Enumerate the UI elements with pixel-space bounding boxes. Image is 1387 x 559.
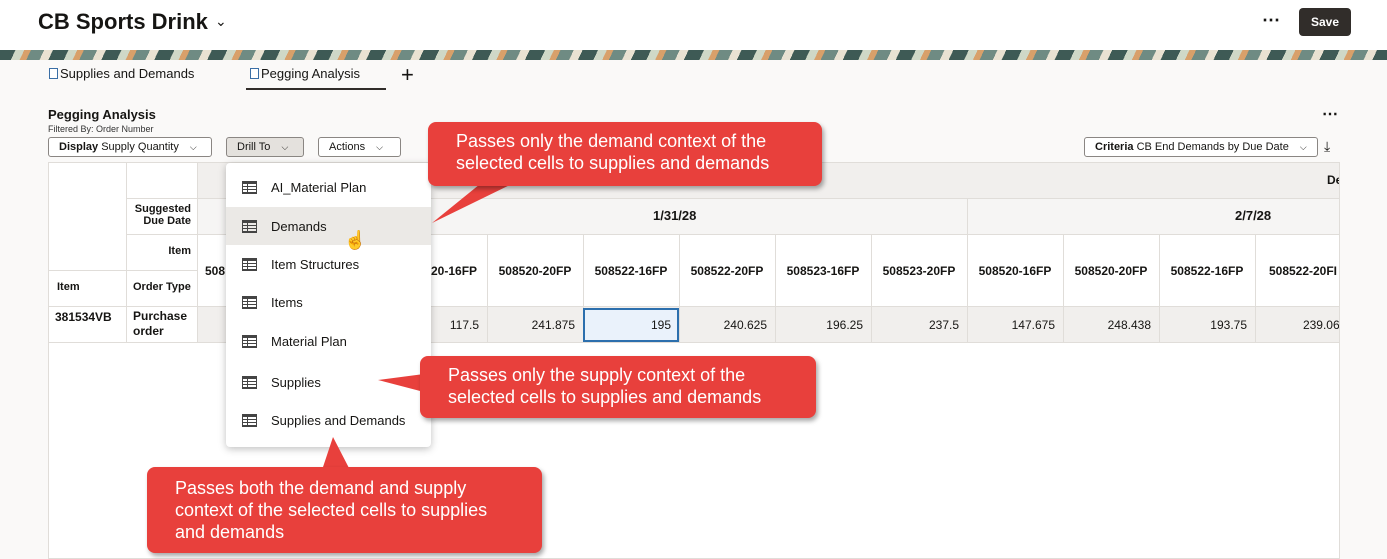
callout-demand: Passes only the demand context of the se… xyxy=(428,122,822,186)
callout-both: Passes both the demand and supply contex… xyxy=(147,467,542,553)
callout-tail-demand xyxy=(432,180,520,223)
callout-tail-supply xyxy=(378,374,424,392)
callout-supply: Passes only the supply context of the se… xyxy=(420,356,816,418)
callout-tail-both xyxy=(322,437,350,470)
